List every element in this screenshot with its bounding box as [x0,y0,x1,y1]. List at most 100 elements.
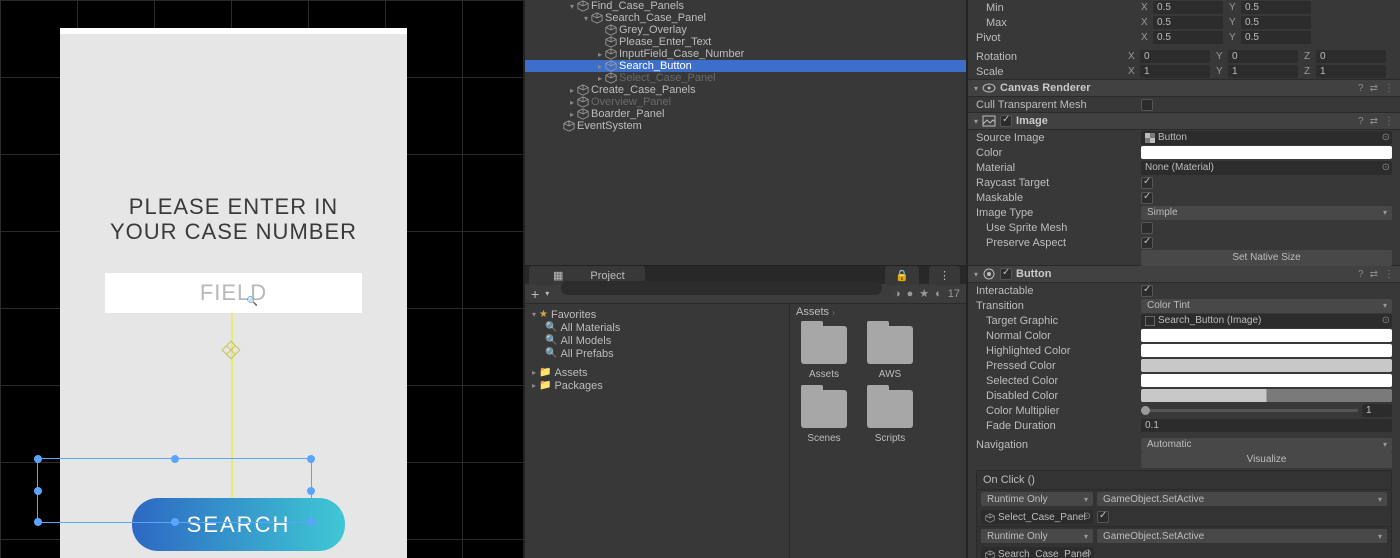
hierarchy-item[interactable]: ▸Overview_Panel [525,96,966,108]
foldout-icon[interactable]: ▾ [974,117,978,126]
min-x-input[interactable] [1153,1,1223,14]
lock-icon[interactable]: 🔒 [885,266,919,285]
canvas-renderer-header[interactable]: ▾ Canvas Renderer ? ⇄ ⋮ [968,79,1400,97]
pivot-y-input[interactable] [1241,31,1311,44]
rot-x-input[interactable] [1140,50,1210,63]
selected-color-swatch[interactable] [1141,374,1392,387]
preset-icon[interactable]: ⇄ [1370,116,1378,127]
help-icon[interactable]: ? [1358,269,1364,280]
project-tree[interactable]: ▾★ Favorites 🔍All Materials🔍All Models🔍A… [525,304,790,558]
help-icon[interactable]: ? [1358,116,1364,127]
packages-folder[interactable]: ▸📁 Packages [525,379,789,392]
resize-handle[interactable] [307,487,315,495]
scale-x-input[interactable] [1140,65,1210,78]
method-dropdown[interactable]: GameObject.SetActive [1097,492,1387,506]
hierarchy-item[interactable]: ▸Boarder_Panel [525,108,966,120]
object-picker-icon[interactable]: ⊙ [1382,162,1390,173]
hierarchy-item[interactable]: ▸InputField_Case_Number [525,48,966,60]
foldout-icon[interactable]: ▸ [567,86,577,95]
fade-duration-input[interactable] [1141,419,1392,432]
color-swatch[interactable] [1141,146,1392,159]
favorite-filter-icon[interactable]: ★ [919,287,929,300]
set-native-size-button[interactable]: Set Native Size [1141,250,1392,266]
hierarchy-panel[interactable]: ▾Find_Case_Panels▾Search_Case_PanelGrey_… [523,0,966,265]
interactable-checkbox[interactable] [1141,285,1153,297]
source-image-field[interactable]: Button⊙ [1141,131,1392,145]
resize-handle[interactable] [307,518,315,526]
resize-handle[interactable] [307,455,315,463]
disabled-color-swatch[interactable] [1141,389,1392,402]
hierarchy-item[interactable]: ▸Create_Case_Panels [525,84,966,96]
folder-item[interactable]: Assets [796,326,852,380]
inspector-panel[interactable]: Min X Y Max X Y Pivot X Y Rotation X Y Z… [966,0,1400,558]
material-field[interactable]: None (Material)⊙ [1141,161,1392,175]
scale-z-input[interactable] [1316,65,1386,78]
favorite-item[interactable]: 🔍All Models [525,334,789,347]
hierarchy-item[interactable]: ▾Search_Case_Panel [525,12,966,24]
raycast-checkbox[interactable] [1141,177,1153,189]
object-picker-icon[interactable]: ⊙ [1083,511,1091,522]
pressed-color-swatch[interactable] [1141,359,1392,372]
foldout-icon[interactable]: ▸ [595,50,605,59]
image-enabled-checkbox[interactable] [1000,115,1012,127]
highlighted-color-swatch[interactable] [1141,344,1392,357]
resize-handle[interactable] [34,455,42,463]
help-icon[interactable]: ? [1358,83,1364,94]
hierarchy-item[interactable]: Grey_Overlay [525,24,966,36]
project-panel[interactable]: ▦Project 🔒 ⋮ + ▾ 🔍 ◑ ● ★ ◐ 17 ▾★ Favorit… [523,265,966,558]
navigation-dropdown[interactable]: Automatic [1141,438,1392,452]
folder-item[interactable]: Scenes [796,390,852,444]
foldout-icon[interactable]: ▸ [595,74,605,83]
resize-handle[interactable] [34,518,42,526]
filter-icon[interactable]: ● [907,288,914,300]
menu-icon[interactable]: ⋮ [929,266,960,285]
hierarchy-item[interactable]: ▸Select_Case_Panel [525,72,966,84]
rot-z-input[interactable] [1316,50,1386,63]
image-header[interactable]: ▾ Image ? ⇄ ⋮ [968,112,1400,130]
button-enabled-checkbox[interactable] [1000,268,1012,280]
maskable-checkbox[interactable] [1141,192,1153,204]
foldout-icon[interactable]: ▸ [567,98,577,107]
case-number-input[interactable]: FIELD [105,273,362,313]
resize-handle[interactable] [171,455,179,463]
runtime-dropdown[interactable]: Runtime Only [981,492,1093,506]
cull-checkbox[interactable] [1141,99,1153,111]
folder-item[interactable]: AWS [862,326,918,380]
filter-by-type-icon[interactable]: ◑ [894,288,901,300]
visualize-button[interactable]: Visualize [1141,452,1392,468]
object-picker-icon[interactable]: ⊙ [1083,548,1091,558]
folder-item[interactable]: Scripts [862,390,918,444]
object-picker-icon[interactable]: ⊙ [1382,132,1390,143]
hierarchy-item[interactable]: EventSystem [525,120,966,132]
favorite-item[interactable]: 🔍All Materials [525,321,789,334]
button-header[interactable]: ▾ Button ? ⇄ ⋮ [968,265,1400,283]
object-picker-icon[interactable]: ⊙ [1382,315,1390,326]
anchor-gizmo[interactable] [220,339,242,361]
foldout-icon[interactable]: ▸ [595,62,605,71]
max-y-input[interactable] [1241,16,1311,29]
min-y-input[interactable] [1241,1,1311,14]
menu-icon[interactable]: ⋮ [1384,83,1394,94]
scene-view[interactable]: PLEASE ENTER IN YOUR CASE NUMBER FIELD S… [0,0,523,558]
preset-icon[interactable]: ⇄ [1370,269,1378,280]
preserve-aspect-checkbox[interactable] [1141,237,1153,249]
foldout-icon[interactable]: ▸ [567,110,577,119]
scale-y-input[interactable] [1228,65,1298,78]
color-multiplier-slider[interactable] [1141,409,1358,412]
normal-color-swatch[interactable] [1141,329,1392,342]
project-grid[interactable]: Assets › AssetsAWSScenesScripts [790,304,966,558]
hierarchy-item[interactable]: Please_Enter_Text [525,36,966,48]
pivot-x-input[interactable] [1153,31,1223,44]
add-dropdown-icon[interactable]: ▾ [545,289,549,298]
foldout-icon[interactable]: ▾ [581,14,591,23]
color-multiplier-input[interactable] [1362,404,1392,417]
menu-icon[interactable]: ⋮ [1384,116,1394,127]
target-graphic-field[interactable]: Search_Button (Image)⊙ [1141,314,1392,328]
hierarchy-item[interactable]: ▾Find_Case_Panels [525,0,966,12]
hierarchy-item[interactable]: ▸Search_Button [525,60,966,72]
foldout-icon[interactable]: ▾ [974,84,978,93]
assets-folder[interactable]: ▸📁 Assets [525,366,789,379]
event-object-field[interactable]: Search_Case_Panel⊙ [981,547,1094,558]
method-dropdown[interactable]: GameObject.SetActive [1097,529,1387,543]
favorite-item[interactable]: 🔍All Prefabs [525,347,789,360]
